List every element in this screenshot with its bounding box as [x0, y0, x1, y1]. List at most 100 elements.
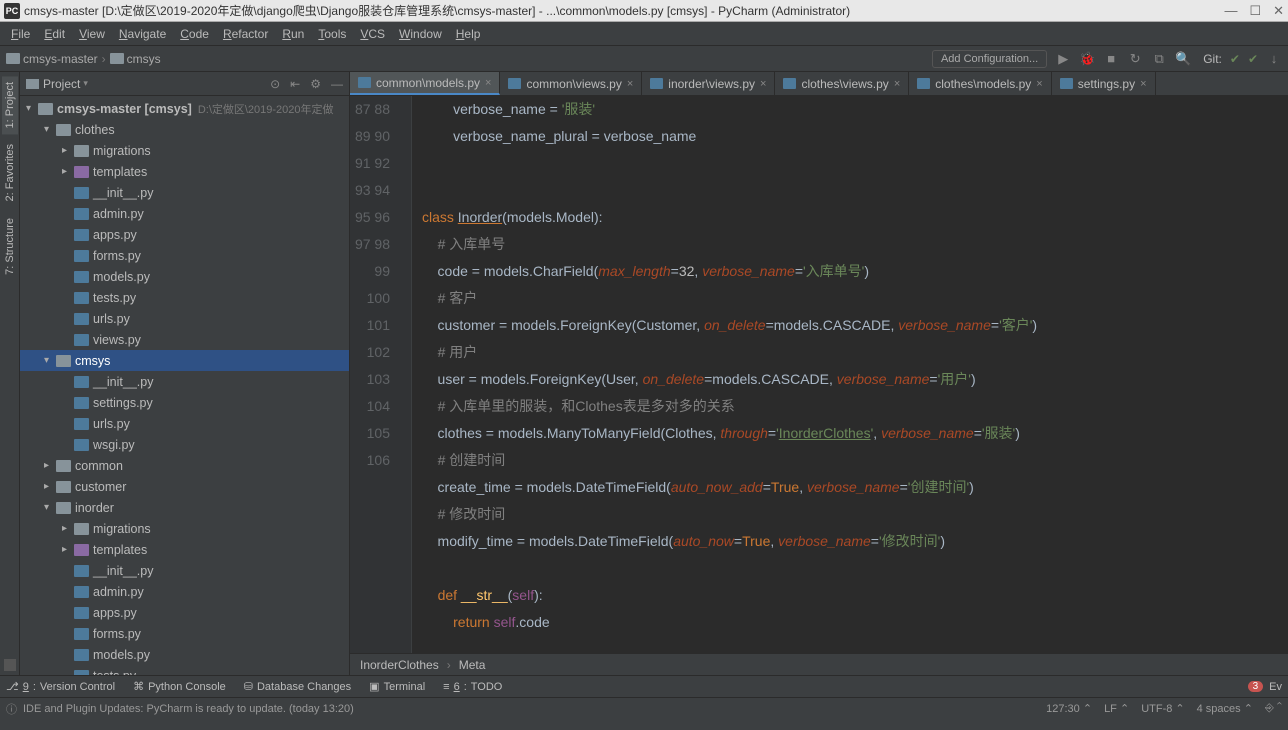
code-breadcrumb[interactable]: InorderClothes › Meta	[350, 653, 1288, 675]
tree-item[interactable]: __init__.py	[20, 371, 349, 392]
tree-item[interactable]: apps.py	[20, 602, 349, 623]
minimize-button[interactable]: —	[1224, 3, 1237, 19]
breadcrumb-item[interactable]: cmsys	[110, 52, 161, 66]
menu-file[interactable]: File	[4, 25, 37, 43]
folder-icon	[56, 124, 71, 136]
hide-icon[interactable]: —	[331, 77, 343, 91]
tree-item[interactable]: settings.py	[20, 392, 349, 413]
bottom-tool-database-changes[interactable]: ⛁Database Changes	[244, 680, 351, 693]
editor-tab[interactable]: common\views.py×	[500, 72, 642, 95]
tree-item[interactable]: ▸customer	[20, 476, 349, 497]
update-icon[interactable]: ↻	[1127, 51, 1143, 67]
status-field[interactable]: LF ⌃	[1104, 702, 1129, 715]
status-message: IDE and Plugin Updates: PyCharm is ready…	[23, 703, 354, 715]
gear-icon[interactable]: ⚙	[310, 77, 321, 91]
tree-item[interactable]: ▸templates	[20, 539, 349, 560]
menu-view[interactable]: View	[72, 25, 112, 43]
project-header[interactable]: Project ▾ ⊙ ⇤ ⚙ —	[20, 72, 349, 96]
bottom-tool-terminal[interactable]: ▣Terminal	[369, 680, 425, 693]
status-field[interactable]: UTF-8 ⌃	[1141, 702, 1184, 715]
tree-item[interactable]: ▸migrations	[20, 140, 349, 161]
stop-icon[interactable]: ■	[1103, 51, 1119, 66]
menu-navigate[interactable]: Navigate	[112, 25, 173, 43]
maximize-button[interactable]: ☐	[1249, 3, 1261, 19]
menu-vcs[interactable]: VCS	[353, 25, 392, 43]
search-icon[interactable]: 🔍	[1175, 51, 1191, 67]
tool-window-tab[interactable]: 7: Structure	[2, 212, 18, 281]
breadcrumb-item[interactable]: cmsys-master	[6, 52, 98, 66]
close-tab-icon[interactable]: ×	[760, 78, 766, 90]
tree-item[interactable]: models.py	[20, 644, 349, 665]
tree-item[interactable]: forms.py	[20, 623, 349, 644]
close-button[interactable]: ✕	[1273, 3, 1284, 19]
tree-item[interactable]: wsgi.py	[20, 434, 349, 455]
close-tab-icon[interactable]: ×	[1036, 78, 1042, 90]
tree-item[interactable]: __init__.py	[20, 182, 349, 203]
menu-tools[interactable]: Tools	[311, 25, 353, 43]
tree-item[interactable]: ▸migrations	[20, 518, 349, 539]
editor-tab[interactable]: inorder\views.py×	[642, 72, 775, 95]
close-tab-icon[interactable]: ×	[1140, 78, 1146, 90]
code-editor[interactable]: verbose_name = '服装' verbose_name_plural …	[412, 96, 1288, 653]
tree-item[interactable]: apps.py	[20, 224, 349, 245]
status-field[interactable]: ⎆ ⌃	[1265, 702, 1282, 715]
tree-item[interactable]: ▾cmsys	[20, 350, 349, 371]
tree-item[interactable]: ▾inorder	[20, 497, 349, 518]
debug-icon[interactable]: 🐞	[1079, 51, 1095, 67]
tree-item[interactable]: ▾clothes	[20, 119, 349, 140]
menu-refactor[interactable]: Refactor	[216, 25, 275, 43]
bottom-tool-version-control[interactable]: ⎇9: Version Control	[6, 680, 115, 693]
target-icon[interactable]: ⊙	[270, 77, 280, 91]
tool-window-tab[interactable]: 1: Project	[2, 76, 18, 134]
close-tab-icon[interactable]: ×	[894, 78, 900, 90]
editor-tab[interactable]: clothes\views.py×	[775, 72, 909, 95]
git-commit-icon[interactable]: ✔	[1230, 52, 1240, 66]
tree-item[interactable]: ▾cmsys-master [cmsys]D:\定做区\2019-2020年定做	[20, 98, 349, 119]
bottom-tool-python-console[interactable]: ⌘Python Console	[133, 680, 226, 693]
menu-edit[interactable]: Edit	[37, 25, 72, 43]
tree-item[interactable]: tests.py	[20, 665, 349, 675]
tree-item[interactable]: admin.py	[20, 203, 349, 224]
chevron-right-icon: ›	[447, 658, 451, 672]
tree-item[interactable]: admin.py	[20, 581, 349, 602]
menu-code[interactable]: Code	[173, 25, 216, 43]
tool-window-icon[interactable]	[4, 659, 16, 671]
tree-item[interactable]: ▸templates	[20, 161, 349, 182]
tree-item[interactable]: urls.py	[20, 413, 349, 434]
status-field[interactable]: 127:30 ⌃	[1046, 702, 1092, 715]
close-tab-icon[interactable]: ×	[485, 77, 491, 89]
bottom-tool-todo[interactable]: ≡6: TODO	[443, 680, 502, 693]
tree-item[interactable]: tests.py	[20, 287, 349, 308]
error-badge[interactable]: 3	[1248, 681, 1264, 692]
breadcrumb-item[interactable]: Meta	[459, 658, 486, 672]
add-configuration-button[interactable]: Add Configuration...	[932, 50, 1047, 68]
breadcrumb-item[interactable]: InorderClothes	[360, 658, 439, 672]
profiler-icon[interactable]: ⧉	[1151, 51, 1167, 67]
tree-item[interactable]: ▸common	[20, 455, 349, 476]
collapse-icon[interactable]: ⇤	[290, 77, 300, 91]
git-pull-icon[interactable]: ↓	[1266, 51, 1282, 66]
fold-column[interactable]	[400, 96, 412, 653]
run-icon[interactable]: ▶	[1055, 51, 1071, 67]
editor-tab[interactable]: common\models.py×	[350, 72, 500, 95]
tree-item[interactable]: __init__.py	[20, 560, 349, 581]
menu-window[interactable]: Window	[392, 25, 449, 43]
tool-window-tab[interactable]: 2: Favorites	[2, 138, 18, 207]
tree-item[interactable]: models.py	[20, 266, 349, 287]
menu-help[interactable]: Help	[449, 25, 488, 43]
tree-item[interactable]: views.py	[20, 329, 349, 350]
menu-run[interactable]: Run	[275, 25, 311, 43]
python-icon	[917, 78, 930, 89]
editor-tab[interactable]: settings.py×	[1052, 72, 1156, 95]
tree-item[interactable]: forms.py	[20, 245, 349, 266]
py-icon	[74, 586, 89, 598]
git-push-icon[interactable]: ✔	[1248, 52, 1258, 66]
py-icon	[74, 187, 89, 199]
close-tab-icon[interactable]: ×	[627, 78, 633, 90]
project-tree[interactable]: ▾cmsys-master [cmsys]D:\定做区\2019-2020年定做…	[20, 96, 349, 675]
tree-item[interactable]: urls.py	[20, 308, 349, 329]
status-field[interactable]: 4 spaces ⌃	[1197, 702, 1253, 715]
project-title: Project	[43, 77, 80, 91]
event-log-label[interactable]: Ev	[1269, 681, 1282, 693]
editor-tab[interactable]: clothes\models.py×	[909, 72, 1051, 95]
